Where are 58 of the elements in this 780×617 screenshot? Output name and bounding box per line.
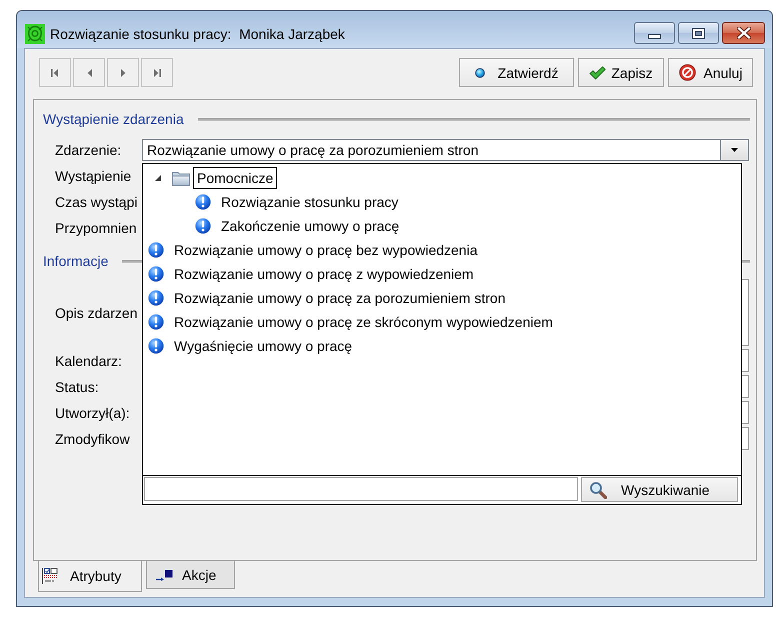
cancel-button[interactable]: Anuluj <box>668 58 753 87</box>
confirm-button[interactable]: Zatwierdź <box>459 58 574 87</box>
search-icon <box>589 480 607 498</box>
section-title: Informacje <box>43 253 108 269</box>
field-label: Zmodyfikow <box>55 430 130 446</box>
close-icon <box>736 27 750 39</box>
maximize-button[interactable] <box>678 22 719 44</box>
tree-item[interactable]: Rozwiązanie umowy o pracę z wypowiedzeniem <box>174 266 474 282</box>
field-label: Przypomnien <box>55 220 137 236</box>
tree-item[interactable]: Rozwiązanie umowy o pracę bez wypowiedzenia <box>174 242 478 258</box>
caret-icon <box>731 148 738 152</box>
check-icon <box>589 66 606 80</box>
tab[interactable]: Atrybuty <box>38 560 142 592</box>
dropdown-field[interactable]: Rozwiązanie umowy o pracę za porozumieniem stron <box>142 139 720 161</box>
maximize-icon <box>692 28 705 38</box>
field-label: Status: <box>55 378 99 394</box>
close-button[interactable] <box>722 22 765 44</box>
field-label: Kalendarz: <box>55 352 122 368</box>
exclamation-icon <box>148 242 164 258</box>
tree-item[interactable]: Rozwiązanie stosunku pracy <box>221 194 398 210</box>
field-label: Wystąpienie <box>55 168 132 184</box>
exclamation-icon <box>148 338 164 354</box>
field-label: Zdarzenie: <box>55 142 122 158</box>
section-title: Wystąpienie zdarzenia <box>43 111 184 127</box>
exclamation-icon <box>195 218 211 234</box>
arrow-square-icon <box>156 568 173 580</box>
tree-item[interactable]: Rozwiązanie umowy o pracę za porozumieniem stron <box>174 290 506 306</box>
field-label: Utworzył(a): <box>55 404 130 420</box>
first-record-button[interactable] <box>39 58 71 87</box>
expanded-triangle-icon[interactable] <box>155 175 161 181</box>
minimize-icon <box>648 34 661 39</box>
prohibited-icon <box>678 64 696 81</box>
last-record-button[interactable] <box>141 58 173 87</box>
folder-icon <box>172 170 190 186</box>
exclamation-icon <box>195 194 211 210</box>
tree-item[interactable]: Zakończenie umowy o pracę <box>221 218 400 234</box>
search-field[interactable] <box>144 477 578 501</box>
triangle-right-icon <box>120 68 126 78</box>
search-button[interactable]: Wyszukiwanie <box>581 477 738 502</box>
skip-end-icon <box>153 68 161 78</box>
form-icon <box>42 568 59 584</box>
exclamation-icon <box>148 314 164 330</box>
field-label: Czas wystąpi <box>55 194 138 210</box>
field-label: Opis zdarzen <box>55 304 138 320</box>
exclamation-icon <box>148 290 164 306</box>
dropdown-button[interactable] <box>720 139 749 161</box>
triangle-left-icon <box>86 68 92 78</box>
tree-item[interactable]: Pomocnicze <box>193 167 278 189</box>
skip-start-icon <box>51 68 59 78</box>
exclamation-icon <box>148 266 164 282</box>
tab[interactable]: Akcje <box>146 561 235 589</box>
tree-item[interactable]: Rozwiązanie umowy o pracę ze skróconym wypowiedzeniem <box>174 314 553 330</box>
tree-item[interactable]: Wygaśnięcie umowy o pracę <box>174 338 352 354</box>
app-icon <box>25 24 45 44</box>
save-button[interactable]: Zapisz <box>578 58 664 87</box>
dot-icon <box>474 68 485 78</box>
minimize-button[interactable] <box>634 22 675 44</box>
window-title: Rozwiązanie stosunku pracy: Monika Jarząbek <box>50 25 345 43</box>
